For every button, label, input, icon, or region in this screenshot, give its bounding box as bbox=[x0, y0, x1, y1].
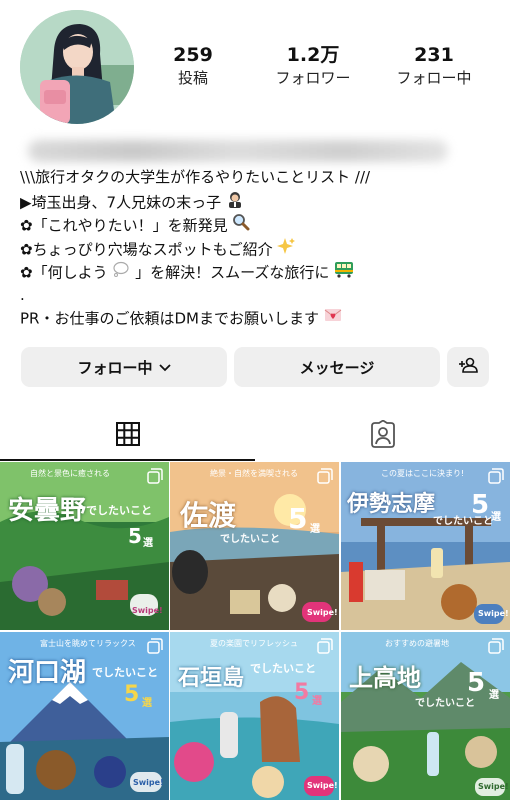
post-count-number: 5 bbox=[124, 682, 140, 707]
post-count-number: 5 bbox=[128, 524, 142, 548]
post-subtitle: でしたいこと bbox=[220, 534, 280, 545]
bio-line-2-text: ▶埼玉出身、7人兄妹の末っ子 bbox=[20, 192, 222, 211]
post-tile[interactable]: この夏はここに決まり! 伊勢志摩 でしたいこと 5 選 Swipe! bbox=[341, 462, 510, 630]
carousel-icon bbox=[317, 638, 333, 654]
post-subtitle: でしたいこと bbox=[92, 666, 158, 679]
following-count-label: フォロー中 bbox=[396, 69, 472, 87]
message-button[interactable]: メッセージ bbox=[234, 347, 440, 387]
post-count-unit: 選 bbox=[312, 696, 322, 707]
post-tile[interactable]: 絶景・自然を満喫される 佐渡 でしたいこと 5 選 Swipe! bbox=[170, 462, 339, 630]
post-count-number: 5 bbox=[288, 502, 308, 535]
bio-line-4: ✿ちょっぴり穴場なスポットもご紹介 bbox=[20, 237, 500, 261]
profile-avatar[interactable] bbox=[20, 10, 134, 124]
post-title: 佐渡 bbox=[180, 499, 237, 532]
post-tagline: おすすめの避暑地 bbox=[385, 639, 449, 648]
bio-line-3-text: ✿「これやりたい！」を新発見 bbox=[20, 216, 228, 235]
love-letter-icon bbox=[324, 307, 342, 331]
bio-line-5: ✿「何しよう 」を解決！スムーズな旅行に bbox=[20, 260, 500, 284]
thought-bubble-icon bbox=[112, 260, 130, 286]
post-tagline: 自然と景色に癒される bbox=[30, 469, 110, 478]
post-title: 石垣島 bbox=[178, 666, 245, 691]
profile-bio: \\\旅行オタクの大学生が作るやりたいことリスト /// ▶埼玉出身、7人兄妹の… bbox=[20, 166, 500, 331]
post-tagline: 富士山を眺めてリラックス bbox=[40, 639, 136, 648]
suggest-people-button[interactable] bbox=[447, 347, 489, 387]
bio-line-5b-text: 」を解決！スムーズな旅行に bbox=[135, 263, 330, 282]
followers-count-label: フォロワー bbox=[275, 69, 351, 87]
post-count-unit: 選 bbox=[143, 538, 153, 549]
swipe-label: Swipe! bbox=[307, 781, 338, 790]
posts-count-value: 259 bbox=[173, 44, 213, 66]
post-tile[interactable]: 自然と景色に癒される 安曇野 でしたいこと 5 選 Swipe! bbox=[0, 462, 169, 630]
profile-tabs bbox=[0, 412, 510, 462]
bio-line-7: PR・お仕事のご依頼はDMまでお願いします bbox=[20, 307, 500, 331]
post-count-number: 5 bbox=[471, 490, 490, 520]
tagged-person-icon bbox=[369, 419, 397, 452]
carousel-icon bbox=[317, 468, 333, 484]
carousel-icon bbox=[147, 638, 163, 654]
blurred-profile-name bbox=[28, 140, 448, 162]
bio-line-1: \\\旅行オタクの大学生が作るやりたいことリスト /// bbox=[20, 168, 371, 186]
message-button-label: メッセージ bbox=[299, 358, 375, 377]
swipe-label: Swipe! bbox=[478, 782, 509, 791]
chevron-down-icon bbox=[158, 358, 171, 376]
post-tagline: 夏の楽園でリフレッシュ bbox=[210, 639, 298, 648]
following-count-value: 231 bbox=[414, 44, 454, 66]
add-person-icon bbox=[458, 357, 478, 377]
post-image bbox=[170, 632, 339, 800]
magnifier-icon bbox=[232, 213, 250, 239]
post-title: 上高地 bbox=[349, 664, 421, 692]
bio-line-2: ▶埼玉出身、7人兄妹の末っ子 bbox=[20, 190, 500, 214]
following-button[interactable]: フォロー中 bbox=[21, 347, 227, 387]
post-tagline: この夏はここに決まり! bbox=[381, 469, 465, 478]
train-icon bbox=[334, 260, 354, 286]
post-image bbox=[170, 462, 339, 630]
posts-grid: 自然と景色に癒される 安曇野 でしたいこと 5 選 Swipe! 絶景・自然を満… bbox=[0, 462, 510, 800]
bio-line-7-text: PR・お仕事のご依頼はDMまでお願いします bbox=[20, 309, 319, 328]
carousel-icon bbox=[147, 468, 163, 484]
post-subtitle: でしたいこと bbox=[86, 504, 152, 517]
post-subtitle: でしたいこと bbox=[415, 698, 475, 709]
followers-count[interactable]: 1.2万 フォロワー bbox=[258, 44, 368, 88]
post-count-unit: 選 bbox=[491, 512, 501, 523]
swipe-label: Swipe! bbox=[133, 778, 164, 787]
post-title: 安曇野 bbox=[8, 496, 87, 526]
grid-icon bbox=[115, 421, 141, 451]
swipe-label: Swipe! bbox=[478, 609, 509, 618]
post-tile[interactable]: 富士山を眺めてリラックス 河口湖 でしたいこと 5 選 Swipe! bbox=[0, 632, 169, 800]
tab-posts-grid[interactable] bbox=[0, 412, 255, 460]
bio-line-6: . bbox=[20, 285, 25, 304]
following-button-label: フォロー中 bbox=[77, 358, 153, 377]
post-count-unit: 選 bbox=[142, 698, 152, 709]
following-count[interactable]: 231 フォロー中 bbox=[379, 44, 489, 88]
swipe-label: Swipe! bbox=[132, 606, 163, 615]
posts-count[interactable]: 259 投稿 bbox=[138, 44, 248, 88]
post-tagline: 絶景・自然を満喫される bbox=[210, 469, 298, 478]
sparkles-icon bbox=[277, 237, 296, 263]
post-count-number: 5 bbox=[294, 680, 310, 705]
post-title: 伊勢志摩 bbox=[347, 492, 436, 517]
post-count-unit: 選 bbox=[489, 690, 499, 701]
post-count-number: 5 bbox=[467, 668, 486, 698]
student-icon bbox=[226, 190, 244, 216]
post-tile[interactable]: 夏の楽園でリフレッシュ 石垣島 でしたいこと 5 選 Swipe! bbox=[170, 632, 339, 800]
carousel-icon bbox=[488, 638, 504, 654]
carousel-icon bbox=[488, 468, 504, 484]
post-subtitle: でしたいこと bbox=[250, 662, 316, 675]
active-tab-indicator bbox=[0, 459, 255, 461]
post-tile[interactable]: おすすめの避暑地 上高地 でしたいこと 5 選 Swipe! bbox=[341, 632, 510, 800]
tab-tagged[interactable] bbox=[255, 412, 510, 460]
posts-count-label: 投稿 bbox=[177, 69, 208, 87]
bio-line-4-text: ✿ちょっぴり穴場なスポットもご紹介 bbox=[20, 239, 273, 258]
post-title: 河口湖 bbox=[8, 658, 87, 688]
followers-count-value: 1.2万 bbox=[286, 44, 340, 66]
post-count-unit: 選 bbox=[310, 524, 320, 535]
swipe-label: Swipe! bbox=[307, 608, 338, 617]
bio-line-3: ✿「これやりたい！」を新発見 bbox=[20, 213, 500, 237]
bio-line-5-text: ✿「何しよう bbox=[20, 263, 108, 282]
